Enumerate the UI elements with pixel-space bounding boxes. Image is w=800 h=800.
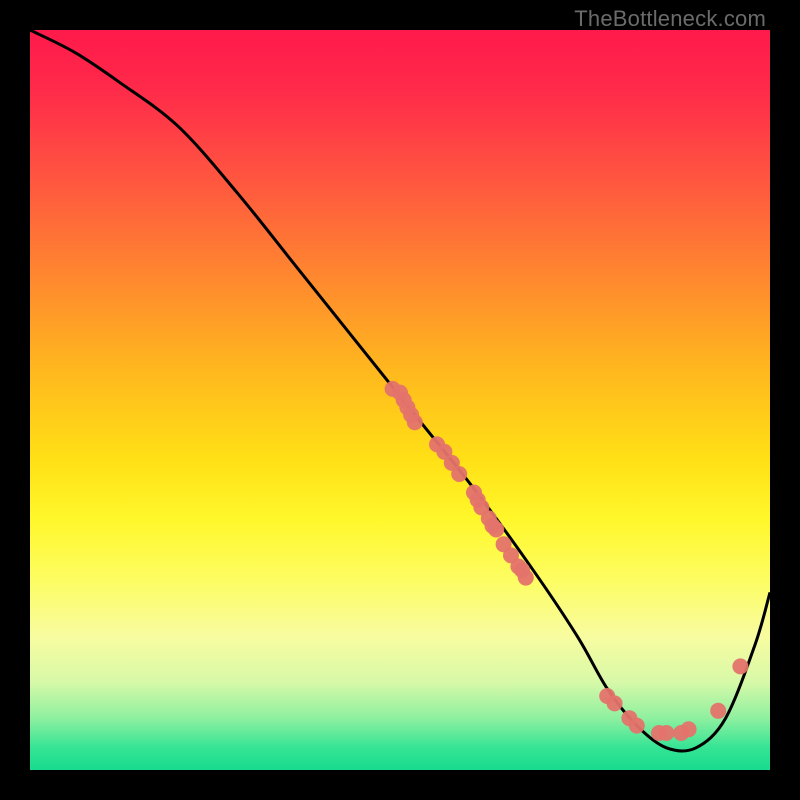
data-marker (732, 658, 748, 674)
data-marker (451, 466, 467, 482)
data-marker (658, 725, 674, 741)
data-marker (518, 570, 534, 586)
data-markers (385, 381, 749, 741)
watermark-text: TheBottleneck.com (574, 6, 766, 32)
data-marker (488, 522, 504, 538)
data-marker (407, 414, 423, 430)
chart-frame: TheBottleneck.com (0, 0, 800, 800)
plot-area (30, 30, 770, 770)
data-marker (710, 703, 726, 719)
data-marker (607, 695, 623, 711)
data-marker (681, 721, 697, 737)
data-marker (629, 718, 645, 734)
chart-svg (30, 30, 770, 770)
